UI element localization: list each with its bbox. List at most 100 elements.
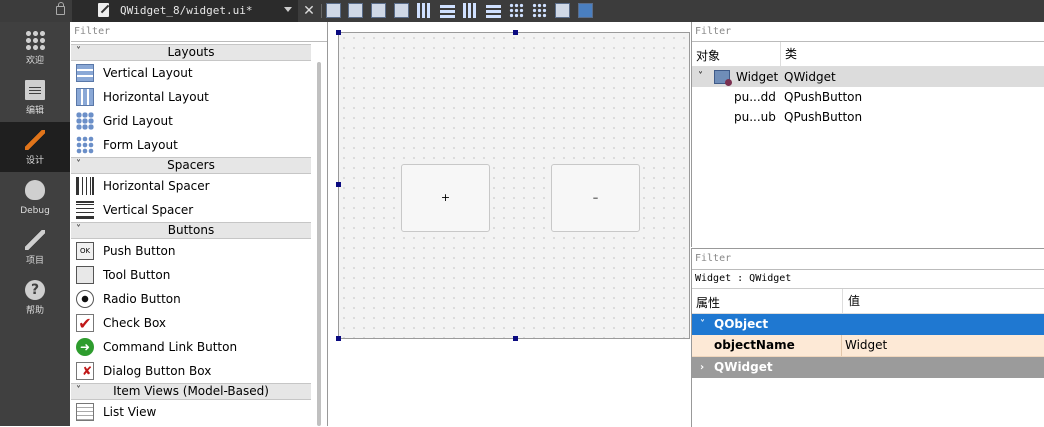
widget-item-label: Tool Button bbox=[103, 268, 171, 282]
property-filter-input[interactable]: Filter bbox=[692, 249, 1044, 270]
resize-handle-bottom-left[interactable] bbox=[336, 336, 341, 341]
category-label: Item Views (Model-Based) bbox=[113, 384, 269, 398]
property-group-qwidget[interactable]: › QWidget bbox=[692, 357, 1044, 378]
category-spacers[interactable]: ˅ Spacers bbox=[71, 157, 311, 174]
layout-form-icon[interactable] bbox=[509, 3, 524, 18]
widget-item-dialog-button-box[interactable]: ✘ Dialog Button Box bbox=[71, 359, 311, 383]
widget-item-push-button[interactable]: OK Push Button bbox=[71, 239, 311, 263]
layout-horizontal-icon[interactable] bbox=[417, 3, 432, 18]
object-filter-input[interactable]: Filter bbox=[692, 22, 1044, 42]
mode-welcome[interactable]: 欢迎 bbox=[0, 22, 70, 72]
tree-row-pushbutton-add[interactable]: pu...dd QPushButton bbox=[692, 87, 1044, 107]
widget-item-grid-layout[interactable]: Grid Layout bbox=[71, 109, 311, 133]
widget-item-label: Command Link Button bbox=[103, 340, 238, 354]
toolbar-separator bbox=[321, 4, 322, 18]
column-header-object[interactable]: 对象 bbox=[696, 47, 720, 64]
widget-item-label: List View bbox=[103, 405, 157, 419]
category-layouts[interactable]: ˅ Layouts bbox=[71, 44, 311, 61]
horizontal-layout-icon bbox=[76, 88, 94, 106]
layout-vertical-splitter-icon[interactable] bbox=[486, 3, 501, 18]
widget-box-filter-input[interactable]: Filter bbox=[71, 22, 327, 42]
widget-item-label: Vertical Spacer bbox=[103, 203, 194, 217]
lock-icon[interactable] bbox=[56, 2, 65, 15]
property-row-objectname[interactable]: objectName Widget bbox=[692, 335, 1044, 357]
widget-item-vertical-layout[interactable]: Vertical Layout bbox=[71, 61, 311, 85]
property-group-qobject[interactable]: ˅ QObject bbox=[692, 314, 1044, 335]
widget-item-label: Push Button bbox=[103, 244, 176, 258]
group-label: QWidget bbox=[714, 360, 773, 374]
property-name: objectName bbox=[714, 338, 795, 352]
push-button-add[interactable]: + bbox=[401, 164, 490, 232]
scrollbar-thumb[interactable] bbox=[317, 62, 321, 426]
document-tab[interactable]: QWidget_8/widget.ui* bbox=[72, 0, 298, 22]
layout-grid-icon[interactable] bbox=[532, 3, 547, 18]
edit-icon bbox=[25, 80, 45, 100]
category-label: Layouts bbox=[167, 45, 215, 59]
push-button-icon: OK bbox=[76, 242, 94, 260]
top-toolbar: QWidget_8/widget.ui* ✕ bbox=[0, 0, 1044, 22]
object-name: pu...ub bbox=[734, 110, 776, 124]
chevron-down-icon[interactable] bbox=[284, 7, 292, 12]
edit-buddies-icon[interactable] bbox=[371, 3, 386, 18]
resize-handle-bottom[interactable] bbox=[513, 336, 518, 341]
welcome-icon bbox=[25, 30, 45, 50]
column-header-value[interactable]: 值 bbox=[842, 289, 860, 313]
layout-horizontal-splitter-icon[interactable] bbox=[463, 3, 478, 18]
property-editor-header: 属性 值 bbox=[692, 289, 1044, 314]
widget-item-horizontal-spacer[interactable]: Horizontal Spacer bbox=[71, 174, 311, 198]
form-widget[interactable]: + – bbox=[338, 32, 690, 339]
edit-tab-order-icon[interactable] bbox=[394, 3, 409, 18]
chevron-down-icon: ˅ bbox=[76, 159, 81, 170]
mode-design[interactable]: 设计 bbox=[0, 122, 70, 172]
column-header-class[interactable]: 类 bbox=[780, 42, 797, 66]
break-layout-icon[interactable] bbox=[555, 3, 570, 18]
category-item-views[interactable]: ˅ Item Views (Model-Based) bbox=[71, 383, 311, 400]
widget-item-list-view[interactable]: List View bbox=[71, 400, 311, 424]
property-class-line: Widget : QWidget bbox=[692, 270, 1044, 289]
tree-row-widget[interactable]: ˅ Widget QWidget bbox=[692, 67, 1044, 87]
category-buttons[interactable]: ˅ Buttons bbox=[71, 222, 311, 239]
widget-box-scrollbar[interactable] bbox=[315, 62, 323, 426]
widget-item-radio-button[interactable]: Radio Button bbox=[71, 287, 311, 311]
property-value-field[interactable]: Widget bbox=[845, 335, 887, 356]
adjust-size-icon[interactable] bbox=[578, 3, 593, 18]
object-inspector-header: 对象 类 bbox=[692, 42, 1044, 67]
widget-class-icon bbox=[714, 70, 732, 86]
resize-handle-top-left[interactable] bbox=[336, 30, 341, 35]
widget-item-horizontal-layout[interactable]: Horizontal Layout bbox=[71, 85, 311, 109]
chevron-down-icon[interactable]: ˅ bbox=[698, 67, 703, 87]
object-class: QPushButton bbox=[784, 110, 863, 124]
chevron-down-icon: ˅ bbox=[76, 224, 81, 235]
tree-row-pushbutton-sub[interactable]: pu...ub QPushButton bbox=[692, 107, 1044, 127]
check-box-icon: ✔ bbox=[76, 314, 94, 333]
property-editor-panel: Filter Widget : QWidget 属性 值 ˅ QObject o… bbox=[691, 248, 1044, 427]
mode-label: Debug bbox=[20, 206, 50, 216]
column-header-property[interactable]: 属性 bbox=[696, 294, 720, 311]
resize-handle-left[interactable] bbox=[336, 182, 341, 187]
document-edit-icon bbox=[98, 3, 109, 17]
push-button-sub[interactable]: – bbox=[551, 164, 640, 232]
mode-edit[interactable]: 编辑 bbox=[0, 72, 70, 122]
widget-item-check-box[interactable]: ✔ Check Box bbox=[71, 311, 311, 335]
chevron-down-icon: ˅ bbox=[76, 385, 81, 396]
widget-item-label: Horizontal Layout bbox=[103, 90, 209, 104]
widget-item-form-layout[interactable]: Form Layout bbox=[71, 133, 311, 157]
projects-icon bbox=[25, 230, 45, 250]
debug-icon bbox=[25, 180, 45, 200]
close-document-button[interactable]: ✕ bbox=[300, 2, 318, 20]
mode-label: 项目 bbox=[25, 256, 44, 266]
edit-signals-icon[interactable] bbox=[348, 3, 363, 18]
resize-handle-top[interactable] bbox=[513, 30, 518, 35]
edit-widgets-icon[interactable] bbox=[326, 3, 341, 18]
mode-help[interactable]: ? 帮助 bbox=[0, 272, 70, 322]
widget-item-vertical-spacer[interactable]: Vertical Spacer bbox=[71, 198, 311, 222]
widget-item-command-link-button[interactable]: ➜ Command Link Button bbox=[71, 335, 311, 359]
widget-item-tool-button[interactable]: Tool Button bbox=[71, 263, 311, 287]
layout-vertical-icon[interactable] bbox=[440, 3, 455, 18]
widget-box-list: ˅ Layouts Vertical Layout Horizontal Layo… bbox=[71, 44, 311, 426]
mode-debug[interactable]: Debug bbox=[0, 172, 70, 222]
widget-item-label: Form Layout bbox=[103, 138, 178, 152]
widget-item-label: Check Box bbox=[103, 316, 167, 330]
mode-projects[interactable]: 项目 bbox=[0, 222, 70, 272]
widget-item-label: Radio Button bbox=[103, 292, 181, 306]
